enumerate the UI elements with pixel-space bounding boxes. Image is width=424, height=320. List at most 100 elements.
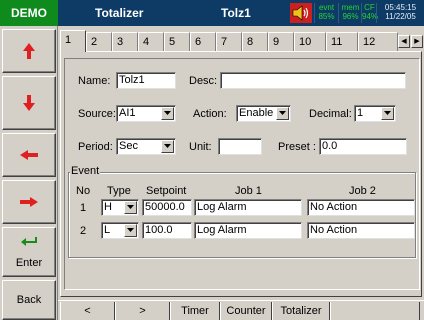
source-value: AI1 — [119, 107, 136, 119]
action-select[interactable]: Enable — [236, 105, 291, 122]
tab-10[interactable]: 10 — [294, 32, 326, 51]
enter-button[interactable]: Enter — [2, 227, 56, 277]
tab-scroll-right-button[interactable]: ▶ — [411, 35, 423, 48]
arrow-left-icon — [20, 150, 38, 160]
tab-2[interactable]: 2 — [86, 32, 112, 51]
status-value: 85% — [318, 12, 335, 21]
event-row-no: 1 — [80, 202, 87, 214]
status-value: 94% — [362, 12, 379, 21]
tab-5[interactable]: 5 — [164, 32, 190, 51]
decimal-value: 1 — [357, 107, 364, 119]
demo-badge: DEMO — [0, 0, 58, 26]
preset-label: Preset : — [278, 141, 316, 153]
period-dropdown-button[interactable] — [161, 140, 174, 153]
chevron-down-icon — [164, 111, 171, 115]
unit-label: Unit: — [189, 141, 212, 153]
event-type-select[interactable]: L — [101, 222, 139, 239]
cf-card-status: CF 94% — [361, 3, 379, 23]
action-dropdown-button[interactable] — [276, 107, 289, 120]
bottom-toolbar: < > Timer Counter Totalizer — [58, 300, 424, 320]
tab-1[interactable]: 1 — [60, 30, 86, 52]
left-arrow-button[interactable] — [2, 133, 56, 177]
col-job1-header: Job 1 — [235, 185, 262, 197]
decimal-dropdown-button[interactable] — [381, 107, 394, 120]
clock-time: 05:45:15 — [384, 3, 417, 12]
memory-status: mem 96% — [338, 3, 362, 23]
up-arrow-button[interactable] — [2, 29, 56, 73]
clock-date: 11/22/05 — [385, 12, 416, 21]
arrow-up-icon — [23, 43, 35, 59]
back-label: Back — [16, 294, 42, 306]
event-memory-status: evnt 85% — [314, 3, 338, 23]
counter-button[interactable]: Counter — [220, 302, 272, 320]
desc-label: Desc: — [189, 75, 218, 87]
status-label: evnt — [318, 3, 335, 12]
enter-icon — [21, 237, 37, 246]
desc-field[interactable] — [220, 72, 406, 89]
col-job2-header: Job 2 — [349, 185, 376, 197]
enter-label: Enter — [15, 257, 43, 269]
back-button[interactable]: Back — [2, 280, 56, 320]
side-nav: Enter Back — [0, 26, 58, 320]
chevron-down-icon — [127, 228, 134, 232]
name-field[interactable]: Tolz1 — [116, 72, 176, 89]
event-row-no: 2 — [80, 225, 87, 237]
totalizer-screen: DEMO Totalizer Tolz1 evnt 85% mem 96% CF… — [0, 0, 424, 320]
tab-12[interactable]: 12 — [358, 32, 398, 51]
action-value: Enable — [239, 107, 274, 119]
preset-field[interactable]: 0.0 — [319, 138, 407, 155]
right-arrow-button[interactable] — [2, 180, 56, 224]
arrow-down-icon — [23, 95, 35, 111]
col-no-header: No — [76, 185, 91, 197]
period-select[interactable]: Sec — [116, 138, 176, 155]
event-type-dropdown-button[interactable] — [124, 224, 137, 237]
tab-7[interactable]: 7 — [216, 32, 242, 51]
next-page-button[interactable]: > — [115, 302, 170, 320]
tab-11[interactable]: 11 — [326, 32, 358, 51]
status-label: CF — [364, 3, 375, 12]
title-bar: DEMO Totalizer Tolz1 evnt 85% mem 96% CF… — [0, 0, 424, 26]
status-label: mem — [341, 3, 360, 12]
timer-button[interactable]: Timer — [170, 302, 220, 320]
source-label: Source: — [78, 108, 116, 120]
tab-8[interactable]: 8 — [242, 32, 268, 51]
down-arrow-button[interactable] — [2, 76, 56, 130]
tab-6[interactable]: 6 — [190, 32, 216, 51]
unit-field[interactable] — [218, 138, 262, 155]
action-label: Action: — [193, 108, 227, 120]
source-dropdown-button[interactable] — [161, 107, 174, 120]
name-label: Name: — [78, 75, 111, 87]
totalizer-button[interactable]: Totalizer — [272, 302, 330, 320]
chevron-down-icon — [279, 111, 286, 115]
chevron-down-icon — [164, 144, 171, 148]
tab-9[interactable]: 9 — [268, 32, 294, 51]
speaker-button[interactable] — [290, 3, 312, 23]
event-job2-field[interactable]: No Action — [307, 222, 415, 239]
col-type-header: Type — [107, 185, 131, 197]
event-setpoint-field[interactable]: 100.0 — [142, 222, 192, 239]
col-setpoint-header: Setpoint — [146, 185, 187, 197]
period-label: Period: — [78, 141, 113, 153]
screen-title: Totalizer — [95, 6, 144, 20]
event-job2-field[interactable]: No Action — [307, 199, 415, 216]
tab-scroll-left-button[interactable]: ◀ — [398, 35, 410, 48]
chevron-down-icon — [384, 111, 391, 115]
empty-toolbar-slot — [330, 302, 420, 320]
period-value: Sec — [119, 140, 138, 152]
status-value: 96% — [342, 12, 359, 21]
decimal-label: Decimal: — [309, 108, 352, 120]
totalizer-name: Tolz1 — [221, 6, 251, 20]
event-type-select[interactable]: H — [101, 199, 139, 216]
source-select[interactable]: AI1 — [116, 105, 176, 122]
tab-4[interactable]: 4 — [138, 32, 164, 51]
decimal-select[interactable]: 1 — [354, 105, 396, 122]
event-job1-field[interactable]: Log Alarm — [194, 222, 302, 239]
prev-page-button[interactable]: < — [60, 302, 115, 320]
speaker-icon — [292, 5, 309, 21]
event-group-title: Event — [70, 165, 101, 177]
event-type-dropdown-button[interactable] — [124, 201, 137, 214]
event-setpoint-field[interactable]: 50000.0 — [142, 199, 192, 216]
tab-3[interactable]: 3 — [112, 32, 138, 51]
event-job1-field[interactable]: Log Alarm — [194, 199, 302, 216]
event-type-value: H — [104, 201, 112, 213]
